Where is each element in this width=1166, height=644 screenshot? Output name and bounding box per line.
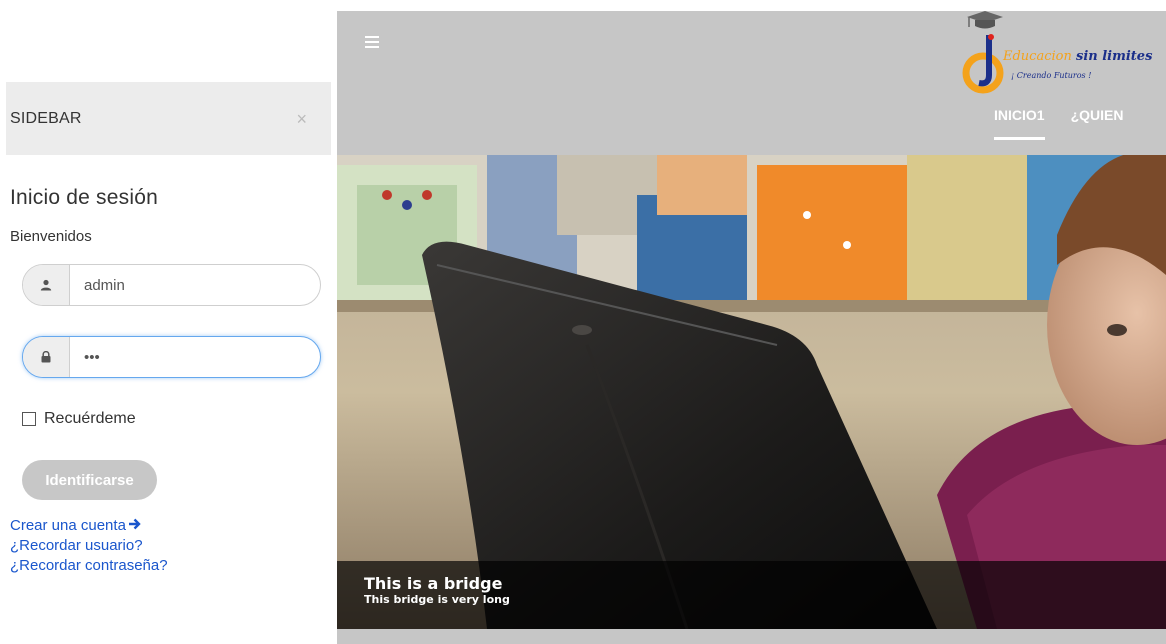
password-field [22, 336, 321, 378]
account-links: Crear una cuenta ¿Recordar usuario? ¿Rec… [10, 516, 168, 576]
login-subheading: Bienvenidos [10, 228, 92, 245]
sidebar-title: SIDEBAR [10, 109, 82, 127]
caption-text: This bridge is very long [364, 593, 510, 606]
main-content: Educacion sin limites ¡ Creando Futuros … [337, 11, 1166, 644]
remember-password-link[interactable]: ¿Recordar contraseña? [10, 556, 168, 576]
close-icon[interactable]: × [296, 110, 307, 128]
create-account-link[interactable]: Crear una cuenta [10, 516, 168, 536]
create-account-label: Crear una cuenta [10, 517, 126, 534]
hero-image [337, 155, 1166, 629]
logo-text-part1: Educacion [1003, 49, 1072, 64]
main-nav: INICIO1 ¿QUIEN [994, 107, 1123, 140]
remember-me[interactable]: Recuérdeme [22, 410, 136, 428]
username-input[interactable] [70, 265, 320, 305]
sidebar: SIDEBAR × Inicio de sesión Bienvenidos R… [0, 0, 336, 644]
nav-item-quien[interactable]: ¿QUIEN [1071, 107, 1124, 140]
logo-text-part2: sin limites [1076, 49, 1153, 64]
hero-slider[interactable]: This is a bridge This bridge is very lon… [337, 155, 1166, 629]
logo-text: Educacion sin limites [1003, 49, 1152, 64]
login-button[interactable]: Identificarse [22, 460, 157, 500]
sidebar-header: SIDEBAR × [6, 82, 331, 155]
lock-icon [23, 337, 70, 377]
logo-tagline: ¡ Creando Futuros ! [1011, 71, 1092, 80]
username-field [22, 264, 321, 306]
arrow-right-icon [128, 516, 142, 536]
user-icon [23, 265, 70, 305]
password-input[interactable] [70, 337, 320, 377]
slider-caption: This is a bridge This bridge is very lon… [337, 561, 1166, 629]
caption-title: This is a bridge [364, 574, 503, 593]
login-heading: Inicio de sesión [10, 186, 158, 209]
remember-checkbox[interactable] [22, 412, 36, 426]
nav-item-inicio[interactable]: INICIO1 [994, 107, 1045, 140]
remember-user-link[interactable]: ¿Recordar usuario? [10, 536, 168, 556]
hamburger-icon[interactable] [365, 36, 379, 51]
logo[interactable]: Educacion sin limites ¡ Creando Futuros … [949, 11, 1166, 99]
remember-label: Recuérdeme [44, 410, 136, 427]
